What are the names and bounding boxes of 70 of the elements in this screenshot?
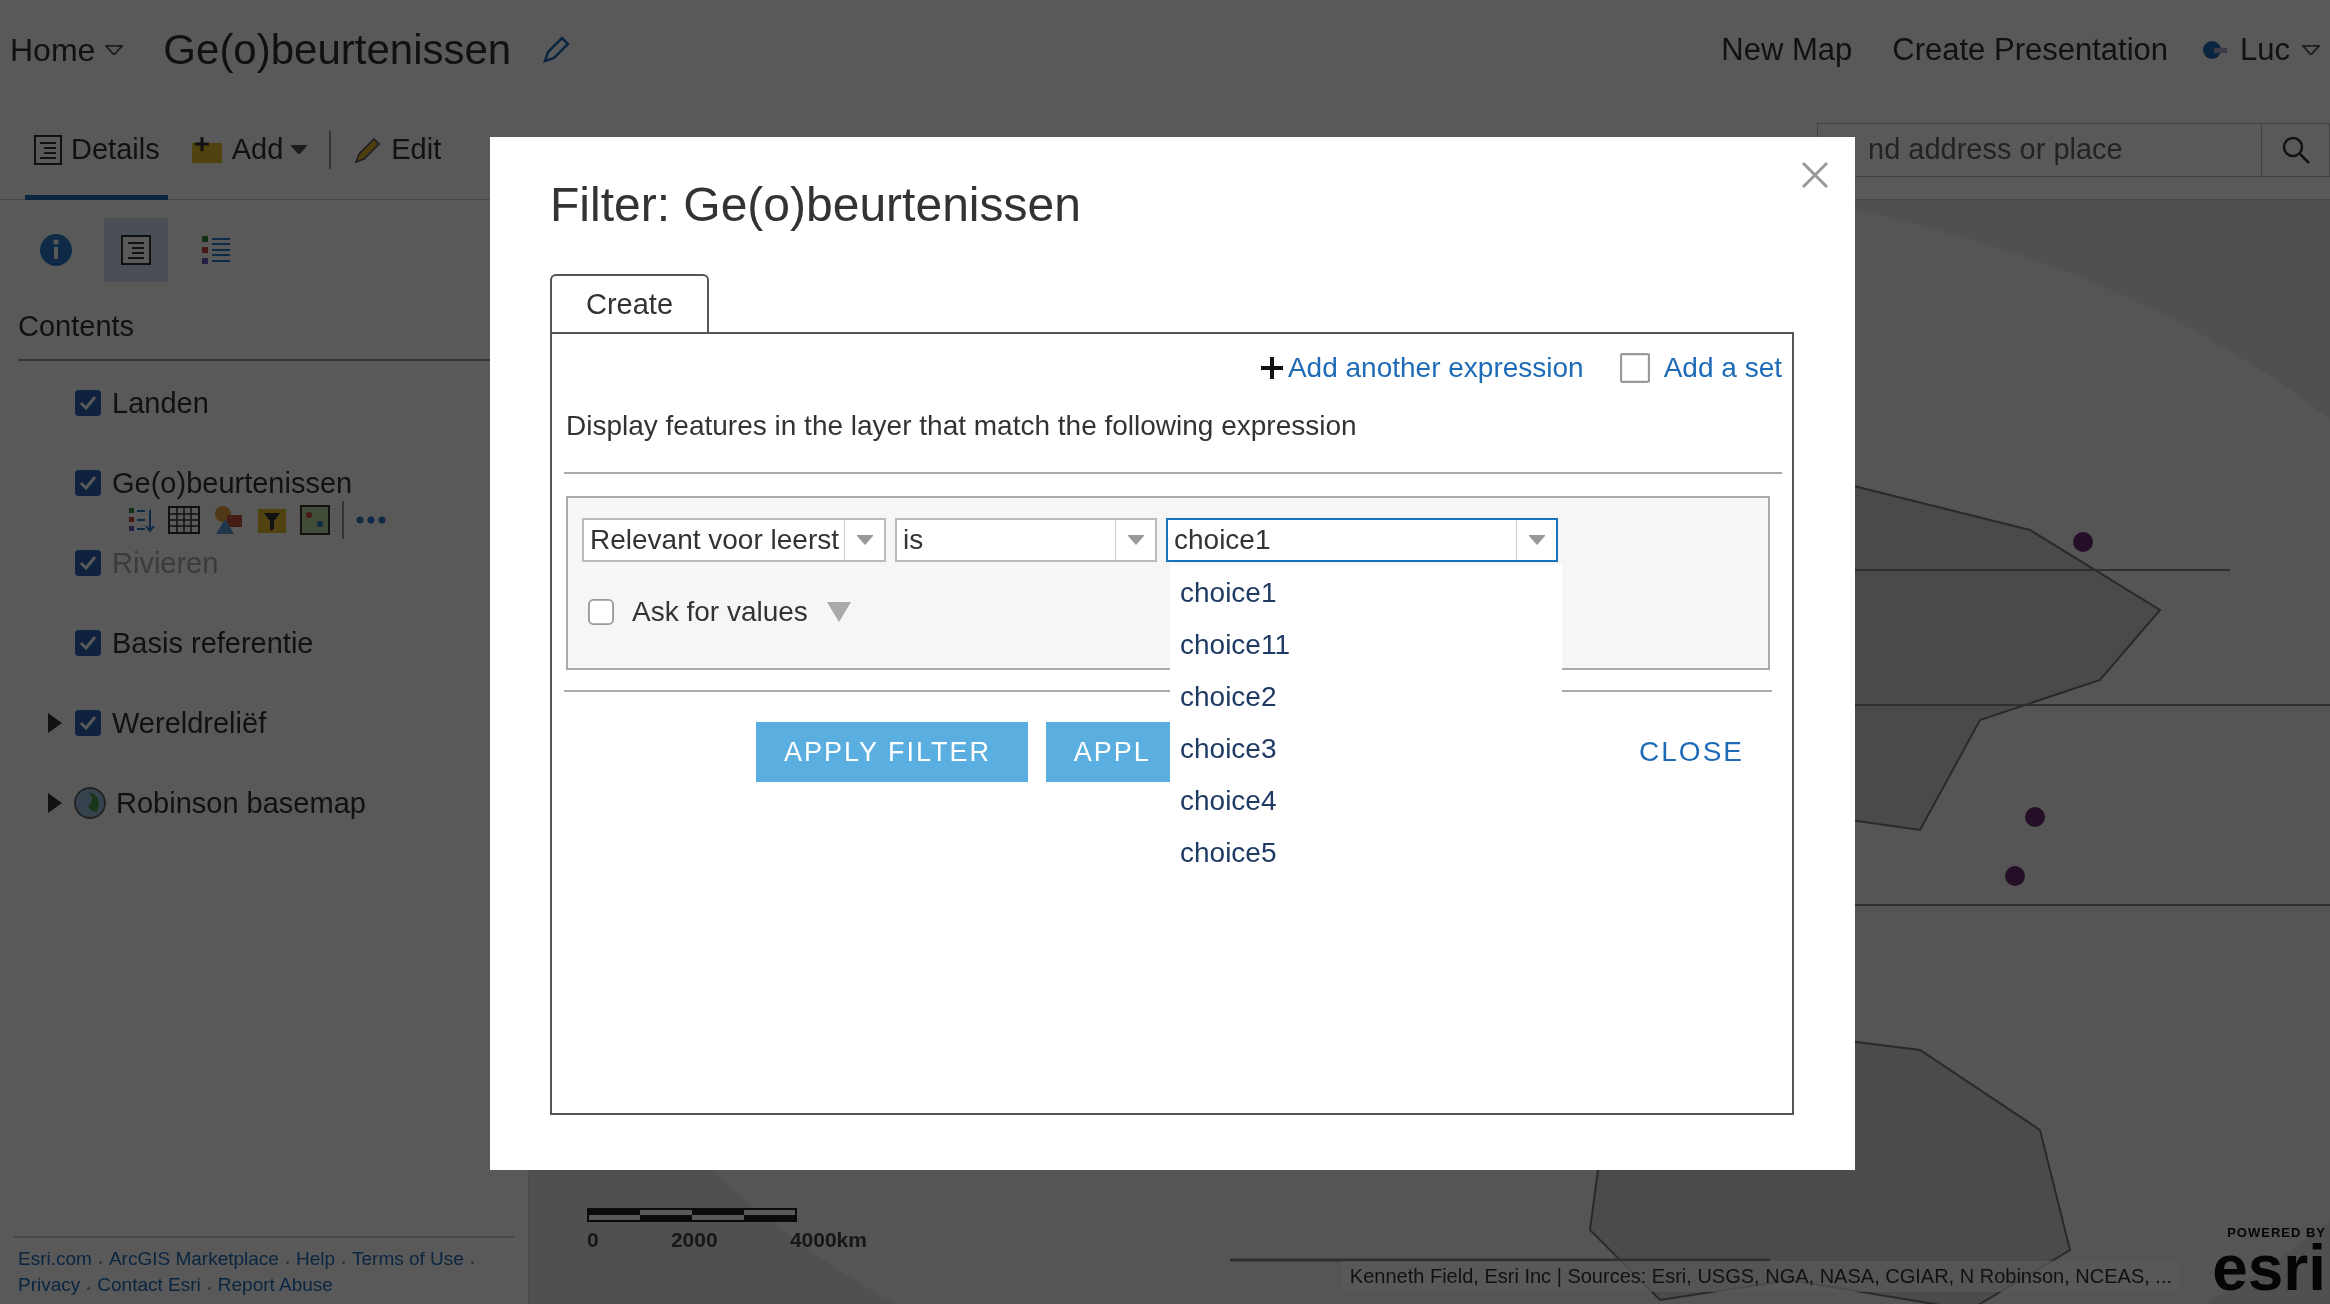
footer-link[interactable]: Contact Esri: [97, 1274, 201, 1296]
checkbox[interactable]: [74, 469, 102, 497]
avatar-icon: [2202, 40, 2228, 60]
footer-link[interactable]: ArcGIS Marketplace: [108, 1248, 279, 1270]
map-title: Ge(o)beurtenissen: [163, 26, 512, 74]
panel-tab[interactable]: [104, 218, 168, 282]
layer-name[interactable]: Landen: [112, 386, 209, 420]
document-icon: [33, 133, 63, 166]
user-menu[interactable]: Luc: [2202, 32, 2320, 68]
caret-icon: [2302, 44, 2320, 56]
field-select[interactable]: Relevant voor leerst: [582, 518, 886, 562]
ask-for-values-label[interactable]: Ask for values: [632, 596, 808, 628]
layer-name[interactable]: Basis referentie: [112, 626, 314, 660]
checkbox[interactable]: [74, 389, 102, 417]
info-icon: [39, 233, 73, 267]
legend-icon[interactable]: [128, 506, 156, 534]
scale-label: 4000km: [789, 1228, 867, 1252]
checkbox[interactable]: [74, 709, 102, 737]
checkbox[interactable]: [588, 599, 614, 625]
footer-link[interactable]: Terms of Use: [352, 1248, 464, 1270]
header-link[interactable]: Create Presentation: [1892, 32, 2168, 68]
footer-link[interactable]: Report Abuse: [217, 1274, 333, 1296]
legend-icon: [201, 234, 231, 266]
toolbar-tab[interactable]: Edit: [345, 99, 450, 200]
checkbox[interactable]: [74, 549, 102, 577]
footer-link[interactable]: Esri.com: [18, 1248, 92, 1270]
caret-icon: [856, 535, 873, 545]
logo-caption: POWERED BY: [2227, 1225, 2326, 1241]
pencil-icon[interactable]: [541, 35, 572, 65]
plus-icon: [1259, 356, 1284, 380]
toolbar-tab[interactable]: Add: [181, 99, 316, 200]
scale-label: 0: [587, 1228, 599, 1252]
caret-icon[interactable]: [825, 601, 852, 623]
contents-heading: Contents: [17, 309, 136, 344]
caret-icon: [291, 144, 308, 155]
description-text: Display features in the layer that match the following expression: [565, 409, 1358, 443]
logo: esri: [2212, 1240, 2326, 1298]
layer-name[interactable]: Robinson basemap: [116, 786, 366, 820]
add-set-label[interactable]: Add a set: [1663, 352, 1782, 384]
caret-icon: [105, 44, 124, 56]
footer-link[interactable]: Privacy: [18, 1274, 81, 1296]
header-link[interactable]: New Map: [1721, 32, 1853, 68]
home-menu[interactable]: Home: [10, 31, 124, 69]
shapes-icon[interactable]: [212, 505, 244, 535]
layer-name[interactable]: Ge(o)beurtenissen: [112, 466, 353, 500]
footer-link[interactable]: Help: [295, 1248, 335, 1270]
value-select[interactable]: choice1: [1166, 518, 1558, 562]
dialog-tab[interactable]: Create: [550, 274, 710, 334]
expand-icon[interactable]: [46, 712, 64, 734]
globe-icon: [74, 787, 106, 819]
map-icon[interactable]: [300, 505, 330, 535]
checkbox[interactable]: [74, 629, 102, 657]
caret-icon: [1127, 535, 1144, 545]
caret-icon: [1528, 535, 1545, 545]
apply-button[interactable]: APPLY FILTER: [756, 722, 1028, 782]
document-icon: [120, 234, 152, 266]
close-button[interactable]: CLOSE: [1601, 722, 1782, 782]
operator-select[interactable]: is: [895, 518, 1157, 562]
table-icon[interactable]: [168, 506, 200, 534]
checkbox[interactable]: [1619, 353, 1650, 383]
more-icon[interactable]: [356, 516, 386, 524]
layer-name[interactable]: Wereldreliëf: [112, 706, 267, 740]
add-expression-link[interactable]: Add another expression: [1259, 352, 1584, 384]
dialog-title: Filter: Ge(o)beurtenissen: [550, 177, 1082, 232]
search-icon: [2280, 134, 2311, 165]
folder-plus-icon: [189, 134, 224, 165]
toolbar-tab[interactable]: Details: [25, 99, 168, 200]
scale-label: 2000: [670, 1228, 718, 1252]
search-button[interactable]: [2262, 122, 2330, 177]
expand-icon[interactable]: [46, 792, 64, 814]
